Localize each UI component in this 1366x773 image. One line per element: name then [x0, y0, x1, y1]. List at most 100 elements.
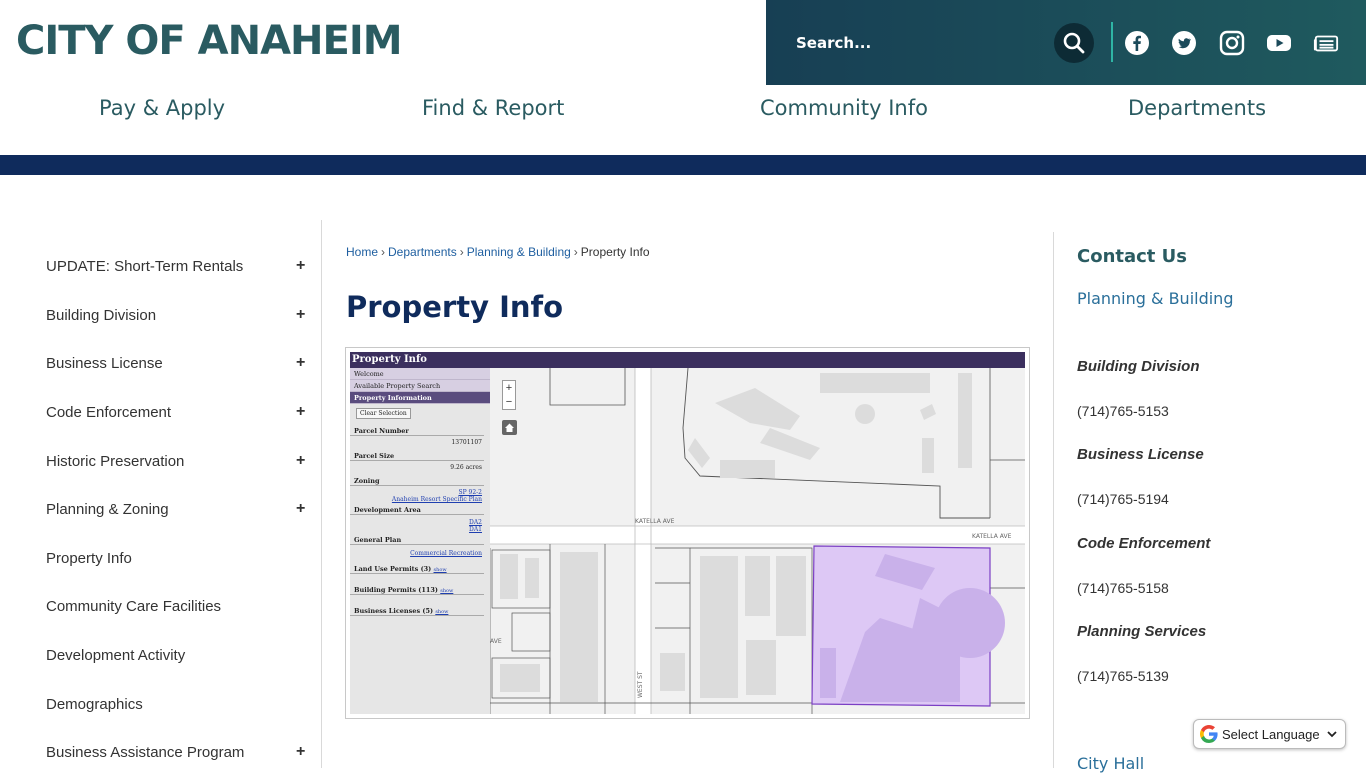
- map-zoom-control: + −: [502, 380, 516, 410]
- dev-area-label: Development Area: [350, 506, 484, 515]
- sidebar-item-label: Business License: [46, 355, 163, 372]
- sidebar-item-label: Business Assistance Program: [46, 744, 245, 761]
- breadcrumb-departments[interactable]: Departments: [388, 245, 457, 259]
- sidebar-item-building-division[interactable]: Building Division +: [46, 306, 316, 324]
- language-select[interactable]: Select Language: [1193, 719, 1346, 749]
- street-label-ave: AVE: [490, 638, 502, 645]
- search-input[interactable]: [796, 28, 1046, 58]
- map-frame: Property Info Welcome Available Property…: [350, 352, 1025, 714]
- sidebar-item-demographics[interactable]: Demographics: [46, 696, 316, 713]
- map-title: Property Info: [350, 352, 1025, 368]
- instagram-icon[interactable]: [1219, 30, 1245, 56]
- parcel-number-value: 13701107: [451, 439, 482, 446]
- news-icon[interactable]: [1313, 30, 1339, 56]
- parcel-number-label: Parcel Number: [350, 427, 484, 436]
- nav-find-report[interactable]: Find & Report: [422, 96, 564, 120]
- panel-tab-search: Available Property Search: [350, 380, 490, 392]
- sidebar-item-development-activity[interactable]: Development Activity: [46, 647, 316, 664]
- street-label-west: WEST ST: [637, 671, 644, 698]
- city-hall-link[interactable]: City Hall: [1077, 754, 1144, 773]
- zoning-link: Anaheim Resort Specific Plan: [391, 496, 482, 503]
- sidebar-item-label: Property Info: [46, 550, 132, 567]
- dev-area-link: DA2: [469, 519, 482, 526]
- map-info-panel: Welcome Available Property Search Proper…: [350, 368, 490, 714]
- sidebar-item-label: Planning & Zoning: [46, 501, 169, 518]
- sidebar-nav: UPDATE: Short-Term Rentals + Building Di…: [0, 220, 322, 768]
- expand-icon[interactable]: +: [296, 452, 305, 470]
- nav-departments[interactable]: Departments: [1128, 96, 1266, 120]
- youtube-icon[interactable]: [1266, 30, 1292, 56]
- twitter-icon[interactable]: [1171, 30, 1197, 56]
- contact-department-link[interactable]: Planning & Building: [1077, 289, 1233, 308]
- sidebar-item-label: Building Division: [46, 307, 157, 324]
- zoning-label: Zoning: [350, 477, 484, 486]
- street-label-katella-east: KATELLA AVE: [972, 533, 1012, 540]
- google-icon: [1200, 725, 1218, 743]
- search-icon: [1063, 32, 1085, 54]
- home-icon: [502, 420, 517, 435]
- city-logo[interactable]: CITY OF ANAHEIM: [16, 18, 403, 64]
- site-header: CITY OF ANAHEIM: [0, 0, 1366, 85]
- expand-icon[interactable]: +: [296, 257, 305, 275]
- breadcrumb-planning-building[interactable]: Planning & Building: [467, 245, 571, 259]
- expand-icon[interactable]: +: [296, 500, 305, 518]
- panel-tab-welcome: Welcome: [350, 368, 490, 380]
- search-button[interactable]: [1054, 23, 1094, 63]
- sidebar-item-property-info[interactable]: Property Info: [46, 550, 316, 567]
- panel-tab-property: Property Information: [350, 392, 490, 404]
- clear-selection-button: Clear Selection: [356, 408, 411, 419]
- page-title: Property Info: [346, 290, 564, 324]
- sidebar-item-label: Historic Preservation: [46, 453, 185, 470]
- chevron-down-icon: [1326, 731, 1337, 738]
- sidebar-item-code-enforcement[interactable]: Code Enforcement +: [46, 403, 316, 421]
- search-divider: [1111, 22, 1113, 62]
- contact-label: Code Enforcement: [1077, 535, 1211, 552]
- parcel-size-value: 9.26 acres: [450, 464, 482, 471]
- nav-community-info[interactable]: Community Info: [760, 96, 928, 120]
- business-licenses-label: Business Licenses (5) show: [350, 607, 484, 616]
- sidebar-item-planning-zoning[interactable]: Planning & Zoning +: [46, 500, 316, 518]
- dev-area-link: DA1: [469, 526, 482, 533]
- sidebar-item-business-license[interactable]: Business License +: [46, 354, 316, 372]
- search-bar: [766, 0, 1366, 85]
- expand-icon[interactable]: +: [296, 306, 305, 324]
- street-label-katella: KATELLA AVE: [635, 518, 675, 525]
- contact-label: Planning Services: [1077, 623, 1207, 640]
- sidebar-item-business-assistance[interactable]: Business Assistance Program +: [46, 743, 316, 761]
- expand-icon[interactable]: +: [296, 743, 305, 761]
- zoom-out-icon: −: [505, 396, 513, 408]
- sidebar-item-label: Demographics: [46, 696, 143, 713]
- sidebar-item-historic-preservation[interactable]: Historic Preservation +: [46, 452, 316, 470]
- expand-icon[interactable]: +: [296, 403, 305, 421]
- contact-phone: (714)765-5139: [1077, 668, 1169, 684]
- building-permits-label: Building Permits (113) show: [350, 586, 484, 595]
- parcel-size-label: Parcel Size: [350, 452, 484, 461]
- sidebar-item-label: UPDATE: Short-Term Rentals: [46, 258, 244, 275]
- contact-title: Contact Us: [1077, 246, 1188, 267]
- property-info-map-image[interactable]: Property Info Welcome Available Property…: [345, 347, 1030, 719]
- zoning-link: SP 92-2: [458, 489, 482, 496]
- sidebar-item-label: Development Activity: [46, 647, 186, 664]
- land-use-permits-label: Land Use Permits (3) show: [350, 565, 484, 574]
- sidebar-item-label: Community Care Facilities: [46, 598, 222, 615]
- sidebar-item-community-care[interactable]: Community Care Facilities: [46, 598, 316, 615]
- contact-phone: (714)765-5194: [1077, 491, 1169, 507]
- main-navigation: Pay & Apply Find & Report Community Info…: [0, 85, 1366, 155]
- sidebar-item-short-term-rentals[interactable]: UPDATE: Short-Term Rentals +: [46, 257, 316, 275]
- breadcrumb-current: Property Info: [580, 245, 650, 259]
- expand-icon[interactable]: +: [296, 354, 305, 372]
- nav-accent-band: [0, 155, 1366, 175]
- facebook-icon[interactable]: [1124, 30, 1150, 56]
- contact-sidebar: Contact Us Planning & Building Building …: [1053, 232, 1366, 773]
- contact-phone: (714)765-5153: [1077, 403, 1169, 419]
- language-select-label: Select Language: [1222, 726, 1320, 742]
- breadcrumb: Home › Departments › Planning & Building › Pro…: [346, 245, 650, 259]
- breadcrumb-home[interactable]: Home: [346, 245, 378, 259]
- contact-phone: (714)765-5158: [1077, 580, 1169, 596]
- contact-label: Building Division: [1077, 358, 1200, 375]
- contact-label: Business License: [1077, 446, 1204, 463]
- nav-pay-apply[interactable]: Pay & Apply: [99, 96, 225, 120]
- zoom-in-icon: +: [505, 382, 513, 394]
- sidebar-item-label: Code Enforcement: [46, 404, 172, 421]
- map-canvas: KATELLA AVE KATELLA AVE AVE WEST ST: [490, 368, 1025, 714]
